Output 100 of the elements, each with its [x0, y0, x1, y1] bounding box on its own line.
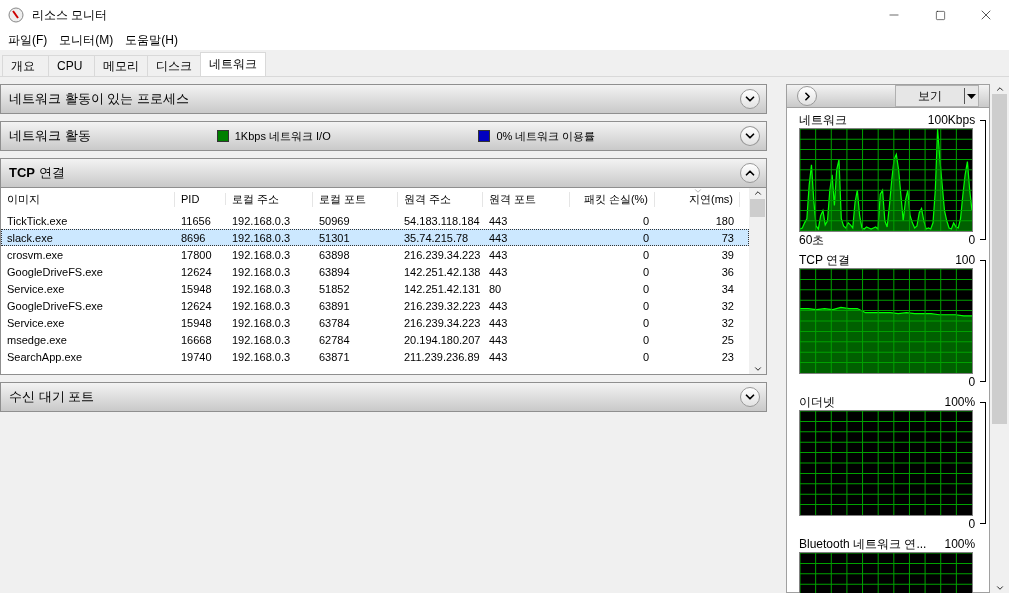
- table-cell-text: 192.168.0.3: [231, 214, 292, 227]
- table-cell-text: 0: [641, 265, 650, 278]
- table-row[interactable]: msedge.exe 16668 192.168.0.3 62784 20.194.180.207 443 0 25: [1, 331, 749, 348]
- table-cell-text: Service.exe: [6, 282, 66, 295]
- tab[interactable]: 개요: [2, 55, 49, 76]
- column-header[interactable]: 원격 포트: [483, 191, 570, 207]
- section-header[interactable]: 수신 대기 포트: [0, 382, 767, 412]
- table-cell-text: GoogleDriveFS.exe: [6, 299, 104, 312]
- table-cell-text: 211.239.236.89: [403, 350, 481, 363]
- table-cell-text: 192.168.0.3: [231, 248, 292, 261]
- column-header[interactable]: 지연(ms): [655, 191, 740, 207]
- section-header[interactable]: TCP 연결: [0, 158, 767, 188]
- table-cell-text: 32: [720, 316, 735, 329]
- scroll-thumb[interactable]: [992, 93, 1008, 424]
- table-row[interactable]: crosvm.exe 17800 192.168.0.3 63898 216.239.34.223 443 0 39: [1, 246, 749, 263]
- table-cell-text: 63784: [318, 316, 351, 329]
- graph-title: TCP 연결: [799, 251, 851, 269]
- view-dropdown[interactable]: 보기: [895, 85, 980, 107]
- column-header[interactable]: 이미지: [1, 191, 175, 207]
- collapse-button[interactable]: [740, 163, 760, 183]
- column-header[interactable]: 패킷 손실(%): [570, 191, 655, 207]
- table-cell-text: 216.239.34.223: [403, 316, 482, 329]
- table-cell-text: 192.168.0.3: [231, 299, 292, 312]
- section-header[interactable]: 네트워크 활동이 있는 프로세스: [0, 84, 767, 114]
- expand-arrow-button[interactable]: [797, 86, 817, 106]
- column-header[interactable]: 로컬 주소: [226, 191, 313, 207]
- table-cell-text: 443: [488, 265, 509, 278]
- table-cell-text: 39: [720, 248, 735, 261]
- graph-max-label: 100Kbps: [927, 113, 976, 127]
- table-cell-text: 36: [720, 265, 735, 278]
- table-cell-text: 0: [641, 316, 650, 329]
- table-cell-text: 50969: [318, 214, 351, 227]
- table-cell-text: 54.183.118.184: [403, 214, 481, 227]
- scroll-up-icon[interactable]: [752, 188, 763, 198]
- section-header[interactable]: 네트워크 활동 1Kbps 네트워크 I/O 0% 네트워크 이용률: [0, 121, 767, 151]
- table-cell-text: 51301: [318, 231, 351, 244]
- graph-title: 네트워크: [799, 111, 847, 129]
- table-cell-text: 62784: [318, 333, 351, 346]
- scroll-down-icon[interactable]: [752, 364, 763, 374]
- table-cell-text: 8696: [180, 231, 207, 244]
- table-cell-text: 0: [641, 333, 650, 346]
- expand-button[interactable]: [740, 126, 760, 146]
- tab[interactable]: 네트워크: [200, 52, 266, 76]
- column-header[interactable]: PID: [175, 193, 226, 205]
- table-cell-text: 19740: [180, 350, 213, 363]
- table-cell-text: 192.168.0.3: [231, 350, 292, 363]
- scrollbar[interactable]: [990, 84, 1009, 593]
- expand-button[interactable]: [740, 89, 760, 109]
- table-cell-text: 443: [488, 299, 509, 312]
- table-cell-text: 12624: [180, 299, 213, 312]
- section-title: 네트워크 활동이 있는 프로세스: [9, 90, 190, 108]
- table-cell-text: 0: [641, 282, 650, 295]
- table-cell-text: 32: [720, 299, 735, 312]
- table-cell-text: TickTick.exe: [6, 214, 69, 227]
- table-cell-text: 63894: [318, 265, 351, 278]
- graph-min-label: 0: [968, 517, 976, 531]
- table-cell-text: 443: [488, 231, 509, 244]
- expand-button[interactable]: [740, 387, 760, 407]
- section-title: 네트워크 활동: [9, 127, 92, 145]
- table-row[interactable]: GoogleDriveFS.exe 12624 192.168.0.3 63891 216.239.32.223 443 0 32: [1, 297, 749, 314]
- table-cell-text: 192.168.0.3: [231, 333, 292, 346]
- column-header[interactable]: 원격 주소: [398, 191, 483, 207]
- table-cell-text: 25: [720, 333, 735, 346]
- menu-item[interactable]: 파일(F): [2, 31, 54, 49]
- table-cell-text: 142.251.42.131: [403, 282, 482, 295]
- table-cell-text: GoogleDriveFS.exe: [6, 265, 104, 278]
- dropdown-arrow-icon: [967, 93, 977, 99]
- table-row[interactable]: SearchApp.exe 19740 192.168.0.3 63871 211.239.236.89 443 0 23: [1, 348, 749, 365]
- column-header[interactable]: 로컬 포트: [313, 191, 398, 207]
- scrollbar[interactable]: [749, 188, 766, 374]
- table-cell-text: 0: [641, 350, 650, 363]
- menu-item[interactable]: 모니터(M): [53, 31, 120, 49]
- legend-label: 0% 네트워크 이용률: [496, 128, 596, 144]
- table-cell-text: 0: [641, 214, 650, 227]
- table-cell-text: 80: [488, 282, 503, 295]
- table-row[interactable]: GoogleDriveFS.exe 12624 192.168.0.3 63894 142.251.42.138 443 0 36: [1, 263, 749, 280]
- graph-min-label: 0: [968, 375, 976, 389]
- graph-min-label: 0: [968, 233, 976, 247]
- table-cell-text: 0: [641, 299, 650, 312]
- table-cell-text: 192.168.0.3: [231, 282, 292, 295]
- table-row[interactable]: Service.exe 15948 192.168.0.3 51852 142.251.42.131 80 0 34: [1, 280, 749, 297]
- section-title: 수신 대기 포트: [9, 388, 96, 406]
- graph-title: 이더넷: [799, 393, 835, 411]
- table-cell-text: 216.239.34.223: [403, 248, 482, 261]
- table-row[interactable]: Service.exe 15948 192.168.0.3 63784 216.239.34.223 443 0 32: [1, 314, 749, 331]
- graph-max-label: 100%: [944, 537, 976, 551]
- scroll-down-icon[interactable]: [994, 583, 1005, 593]
- graph-title: Bluetooth 네트워크 연...: [799, 535, 927, 553]
- table-cell-text: 443: [488, 316, 509, 329]
- menu-item[interactable]: 도움말(H): [119, 31, 184, 49]
- table-cell-text: 0: [641, 248, 650, 261]
- table-cell-text: 192.168.0.3: [231, 265, 292, 278]
- table-cell-text: 443: [488, 350, 509, 363]
- scroll-thumb[interactable]: [750, 199, 765, 217]
- table-cell-text: 73: [720, 231, 735, 244]
- table-row[interactable]: slack.exe 8696 192.168.0.3 51301 35.74.215.78 443 0 73: [1, 229, 749, 246]
- scroll-up-icon[interactable]: [994, 84, 1005, 94]
- table-cell-text: 34: [720, 282, 735, 295]
- table-cell-text: msedge.exe: [6, 333, 68, 346]
- table-row[interactable]: TickTick.exe 11656 192.168.0.3 50969 54.183.118.184 443 0 180: [1, 212, 749, 229]
